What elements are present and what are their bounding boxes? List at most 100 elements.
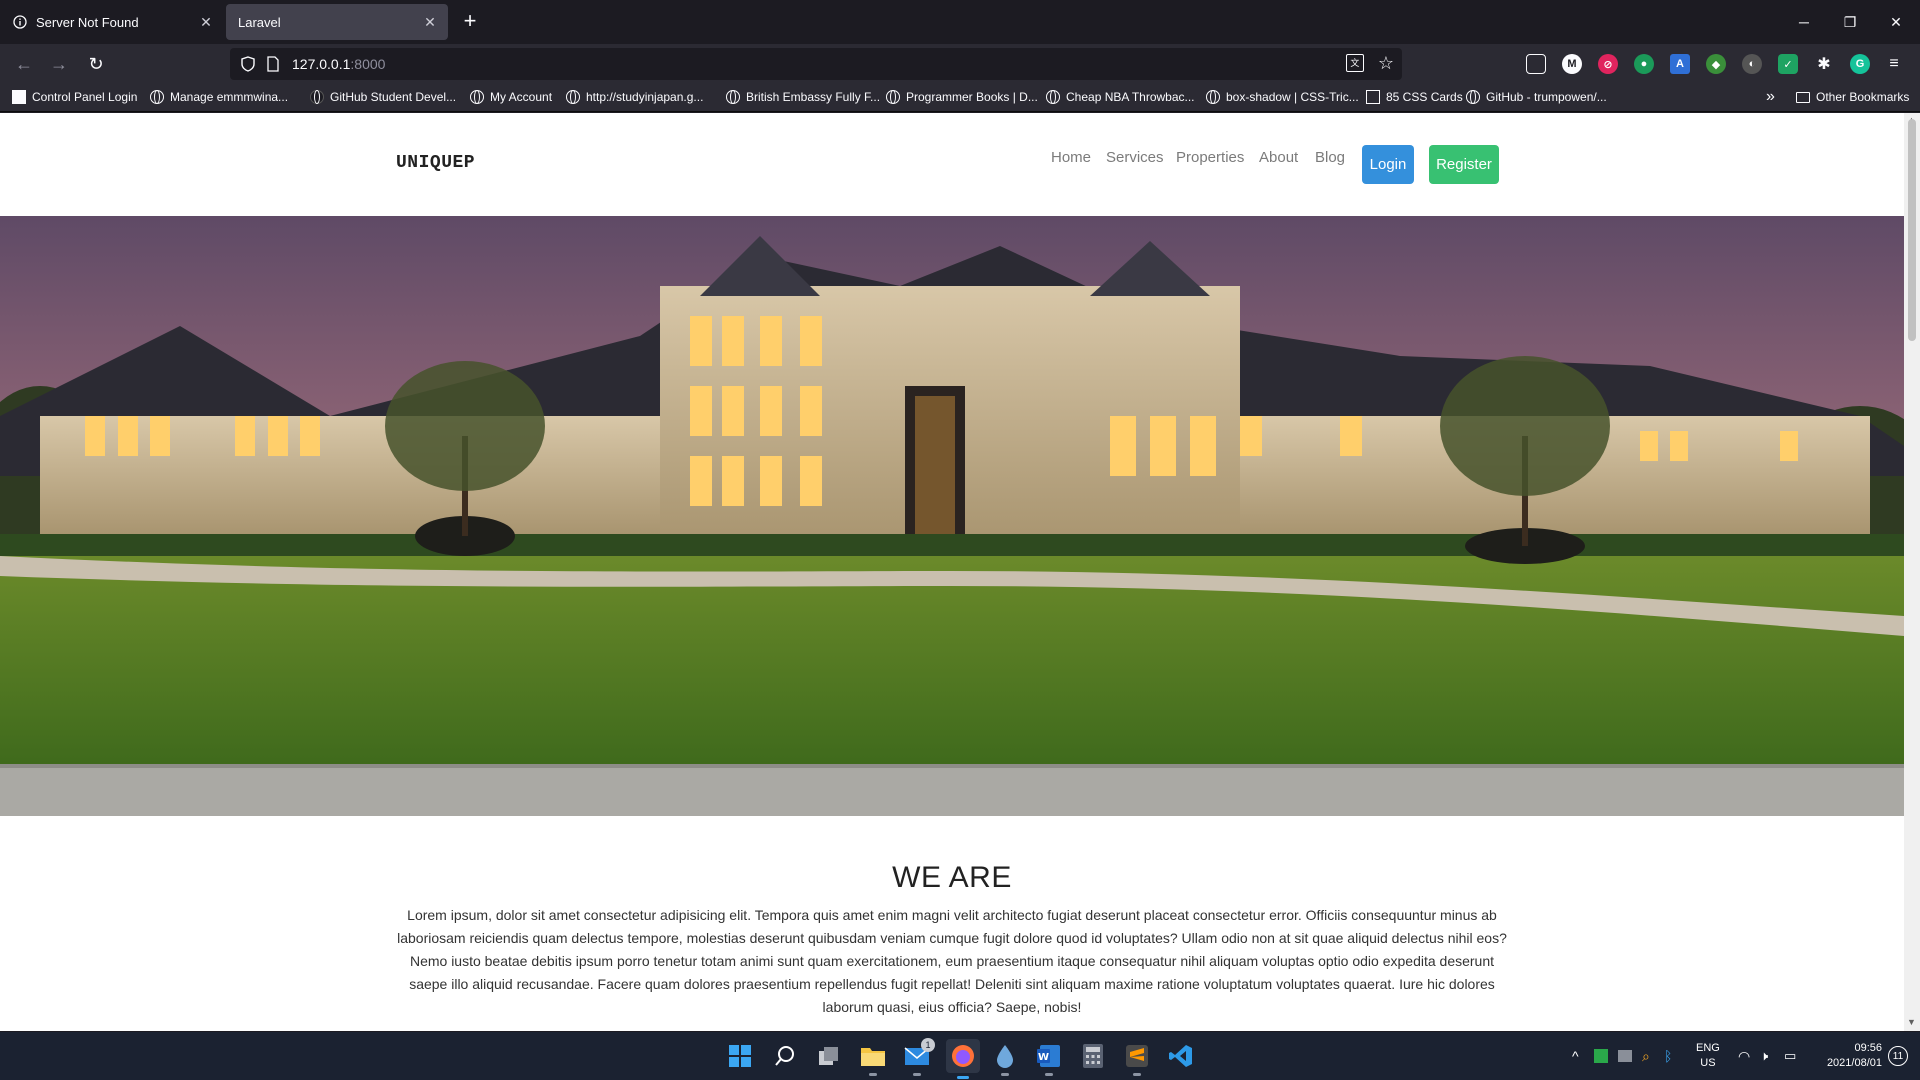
firefox-icon[interactable] <box>946 1039 980 1079</box>
url-bar[interactable]: 127.0.0.1:8000 文 ☆ <box>230 48 1402 80</box>
nav-services[interactable]: Services <box>1106 149 1164 166</box>
chevron-down-icon[interactable]: ▼ <box>1907 1017 1916 1027</box>
search-icon[interactable] <box>771 1042 799 1070</box>
close-window-button[interactable]: ✕ <box>1873 0 1919 44</box>
vertical-scrollbar[interactable]: ▲ ▼ <box>1904 113 1920 1031</box>
shield-extension-icon[interactable]: ✓ <box>1778 54 1798 74</box>
info-icon <box>12 14 28 30</box>
restore-button[interactable]: ❐ <box>1827 0 1873 44</box>
github-icon <box>310 90 324 104</box>
nav-blog[interactable]: Blog <box>1315 149 1345 166</box>
droplet-app-icon[interactable] <box>991 1042 1019 1076</box>
nav-properties[interactable]: Properties <box>1176 149 1244 166</box>
nav-about[interactable]: About <box>1259 149 1298 166</box>
folder-icon <box>1796 91 1810 103</box>
hero-image <box>0 216 1904 816</box>
mail-icon[interactable]: 1 <box>903 1038 935 1076</box>
grammarly-icon[interactable]: G <box>1850 54 1870 74</box>
translate-icon[interactable]: 文 <box>1345 54 1364 72</box>
tray-app-icon[interactable] <box>1594 1032 1608 1080</box>
register-button[interactable]: Register <box>1429 145 1499 184</box>
start-icon[interactable] <box>726 1042 754 1070</box>
bookmark-item[interactable]: GitHub - trumpowen/... <box>1466 90 1607 104</box>
tab-title: Server Not Found <box>36 14 139 30</box>
close-icon[interactable]: ✕ <box>198 14 214 30</box>
page-viewport: UNIQUEP Home Services Properties About B… <box>0 113 1904 1031</box>
navigation-toolbar: ← → ↻ 127.0.0.1:8000 文 ☆ M ⊘ ● A ◆ ◐ ✓ ✱… <box>0 44 1920 84</box>
word-icon[interactable]: W <box>1035 1042 1063 1076</box>
globe-icon <box>150 90 164 104</box>
bookmark-item[interactable]: Manage emmmwina... <box>150 90 288 104</box>
task-view-icon[interactable] <box>815 1042 843 1070</box>
bookmark-item[interactable]: GitHub Student Devel... <box>310 90 456 104</box>
windows-taskbar: 1 W ^ ⌕ ᛒ ENG US ◠ 🕨 ▭ 09:56 2021/08/01 … <box>0 1032 1920 1080</box>
new-tab-button[interactable]: + <box>458 10 482 34</box>
scrollbar-thumb[interactable] <box>1908 119 1916 341</box>
mail-badge: 1 <box>921 1038 935 1052</box>
bookmark-item[interactable]: box-shadow | CSS-Tric... <box>1206 90 1359 104</box>
globe-icon <box>726 90 740 104</box>
globe-icon <box>1466 90 1480 104</box>
language-indicator[interactable]: ENG US <box>1696 1032 1720 1080</box>
tab-server-not-found[interactable]: Server Not Found ✕ <box>2 4 224 40</box>
running-indicator <box>1045 1073 1053 1076</box>
browser-window: Server Not Found ✕ Laravel ✕ + ─ ❐ ✕ ← →… <box>0 0 1920 1080</box>
about-section: WE ARE Lorem ipsum, dolor sit amet conse… <box>0 816 1904 1031</box>
battery-icon[interactable]: ▭ <box>1784 1032 1796 1080</box>
extension-icon[interactable]: ◐ <box>1742 54 1762 74</box>
extension-icon[interactable]: ◆ <box>1706 54 1726 74</box>
globe-icon <box>470 90 484 104</box>
notification-badge[interactable]: 11 <box>1888 1032 1908 1080</box>
shield-icon <box>241 56 255 72</box>
forward-button[interactable]: → <box>45 50 73 78</box>
bookmark-item[interactable]: My Account <box>470 90 552 104</box>
clock[interactable]: 09:56 2021/08/01 <box>1816 1032 1882 1080</box>
login-button[interactable]: Login <box>1362 145 1414 184</box>
sublime-text-icon[interactable] <box>1123 1042 1151 1076</box>
close-icon[interactable]: ✕ <box>422 14 438 30</box>
speaker-muted-icon[interactable]: 🕨 <box>1760 1032 1768 1080</box>
page-icon <box>1366 90 1380 104</box>
tab-laravel[interactable]: Laravel ✕ <box>226 4 448 40</box>
bluetooth-icon[interactable]: ᛒ <box>1664 1032 1672 1080</box>
page-icon <box>12 90 26 104</box>
running-indicator <box>1133 1073 1141 1076</box>
file-explorer-icon[interactable] <box>859 1042 887 1076</box>
menu-icon[interactable]: ≡ <box>1884 54 1904 74</box>
url-port: :8000 <box>350 56 386 72</box>
minimize-button[interactable]: ─ <box>1781 0 1827 44</box>
wifi-icon[interactable]: ◠ <box>1738 1032 1750 1080</box>
globe-icon <box>1046 90 1060 104</box>
bookmark-item[interactable]: Programmer Books | D... <box>886 90 1038 104</box>
calculator-icon[interactable] <box>1079 1042 1107 1070</box>
chevron-up-icon[interactable]: ^ <box>1572 1032 1579 1080</box>
bookmark-item[interactable]: http://studyinjapan.g... <box>566 90 703 104</box>
chevron-double-right-icon[interactable]: » <box>1766 88 1775 106</box>
other-bookmarks[interactable]: Other Bookmarks <box>1796 90 1909 104</box>
extension-icon[interactable]: ⊘ <box>1598 54 1618 74</box>
tray-app-icon[interactable] <box>1618 1032 1632 1080</box>
running-indicator <box>913 1073 921 1076</box>
tray-search-icon[interactable]: ⌕ <box>1642 1032 1650 1080</box>
globe-icon <box>1206 90 1220 104</box>
bookmark-item[interactable]: British Embassy Fully F... <box>726 90 880 104</box>
m-extension-icon[interactable]: M <box>1562 54 1582 74</box>
section-text: Lorem ipsum, dolor sit amet consectetur … <box>397 907 1507 1015</box>
bookmark-item[interactable]: 85 CSS Cards <box>1366 90 1463 104</box>
translate-extension-icon[interactable]: A <box>1670 54 1690 74</box>
bookmark-item[interactable]: Cheap NBA Throwbac... <box>1046 90 1195 104</box>
settings-gear-icon[interactable]: ✱ <box>1814 54 1834 74</box>
back-button[interactable]: ← <box>10 50 38 78</box>
tab-strip: Server Not Found ✕ Laravel ✕ + ─ ❐ ✕ <box>0 0 1920 44</box>
nav-home[interactable]: Home <box>1051 149 1091 166</box>
bookmark-item[interactable]: Control Panel Login <box>12 90 137 104</box>
vscode-icon[interactable] <box>1167 1042 1195 1070</box>
reload-button[interactable]: ↻ <box>82 50 110 78</box>
pocket-icon[interactable] <box>1526 54 1546 74</box>
extension-icon[interactable]: ● <box>1634 54 1654 74</box>
bookmark-star-icon[interactable]: ☆ <box>1378 54 1394 72</box>
url-host: 127.0.0.1 <box>292 56 351 72</box>
running-indicator <box>869 1073 877 1076</box>
site-header: UNIQUEP Home Services Properties About B… <box>0 113 1904 216</box>
site-logo[interactable]: UNIQUEP <box>396 153 475 173</box>
